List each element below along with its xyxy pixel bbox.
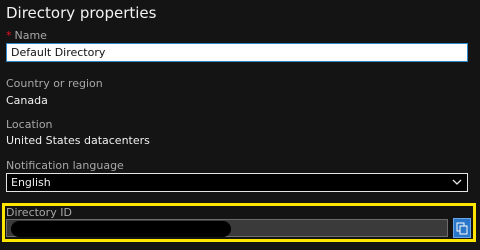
copy-button[interactable] [453,218,471,238]
directory-id-field[interactable] [6,219,448,237]
country-label: Country or region [6,77,103,90]
country-value: Canada [6,94,48,107]
notification-language-select[interactable]: English [6,173,468,192]
name-label-text: Name [14,29,47,42]
page-title: Directory properties [6,4,157,22]
notification-language-value: English [11,176,51,189]
directory-id-label: Directory ID [6,206,72,219]
redaction-mark [11,221,231,237]
notification-language-label: Notification language [6,159,124,172]
directory-properties-panel: Directory properties *Name Country or re… [0,0,480,250]
location-label: Location [6,118,53,131]
copy-icon [456,222,468,235]
name-label: * Name [6,29,47,43]
name-input[interactable] [6,43,468,62]
location-value: United States datacenters [6,134,150,147]
required-marker: * [6,29,12,42]
chevron-down-icon [452,179,462,185]
